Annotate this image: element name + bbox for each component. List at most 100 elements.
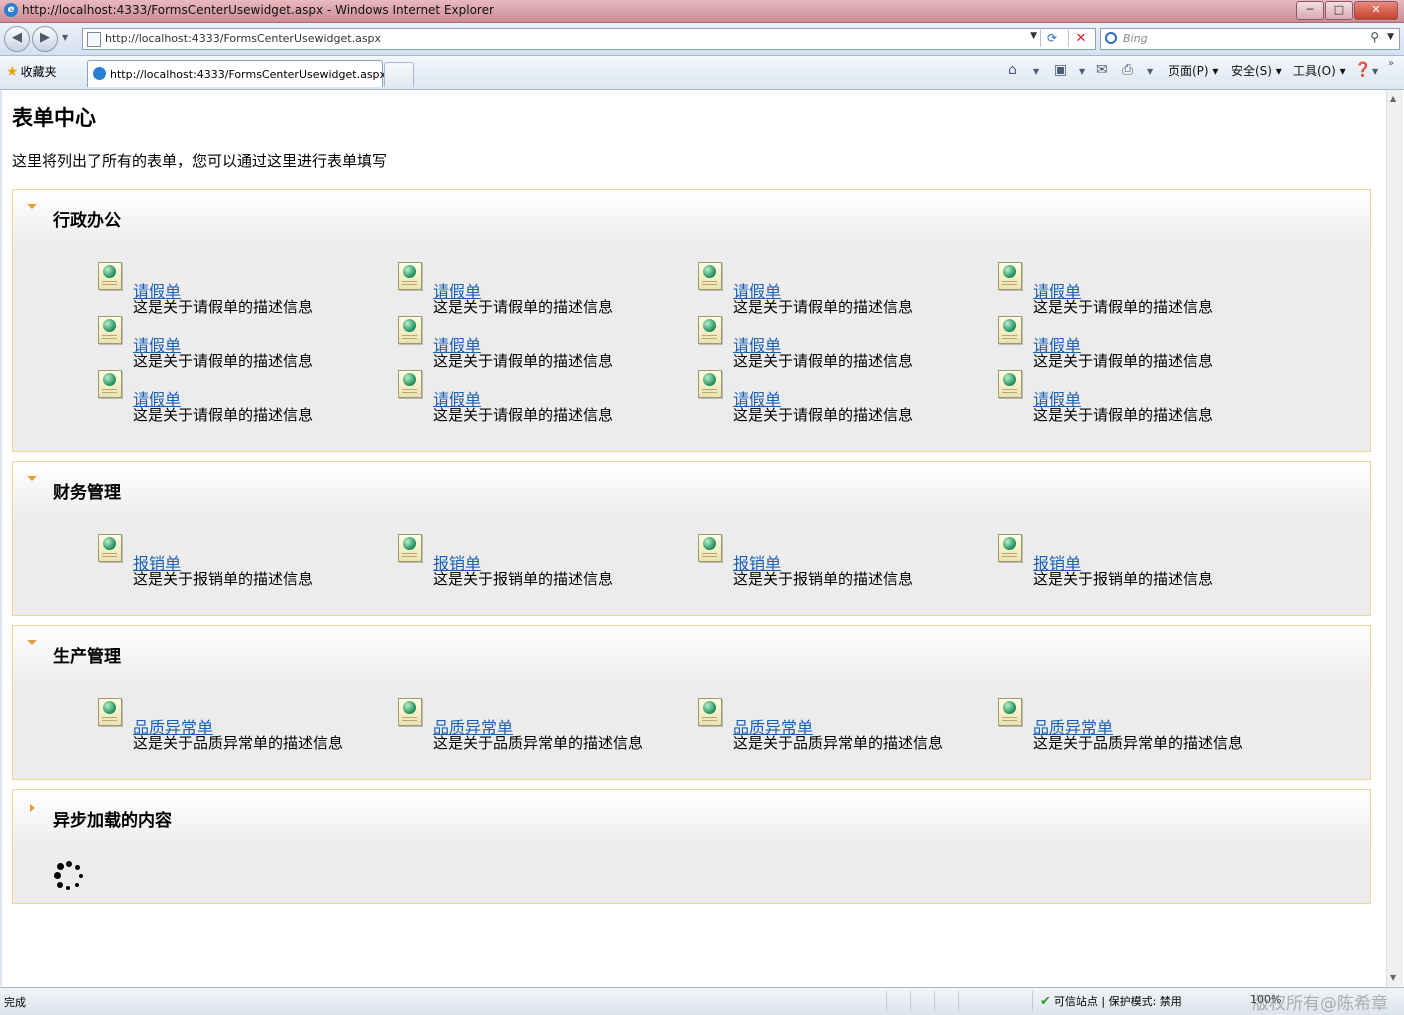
search-placeholder[interactable]: Bing bbox=[1123, 32, 1148, 45]
collapse-arrow-icon[interactable] bbox=[27, 640, 37, 645]
form-description: 这是关于请假单的描述信息 bbox=[433, 298, 614, 316]
forward-button[interactable]: ▶ bbox=[32, 26, 58, 52]
scroll-up-icon[interactable]: ▲ bbox=[1390, 94, 1396, 103]
chevron-more-icon[interactable]: » bbox=[1388, 58, 1394, 69]
section-title[interactable]: 异步加载的内容 bbox=[53, 806, 172, 831]
window-title-bar: e http://localhost:4333/FormsCenterUsewi… bbox=[0, 0, 1404, 23]
section-title[interactable]: 生产管理 bbox=[53, 642, 121, 667]
search-box[interactable]: Bing ⚲ ▼ bbox=[1100, 28, 1400, 50]
form-item: 报销单 这是关于报销单的描述信息 bbox=[698, 534, 988, 588]
tools-menu[interactable]: 工具(O) ▾ bbox=[1293, 62, 1346, 79]
status-text: 完成 bbox=[4, 996, 26, 1009]
form-document-icon[interactable] bbox=[398, 262, 422, 290]
search-icon[interactable]: ⚲ bbox=[1370, 30, 1379, 44]
form-item: 请假单 这是关于请假单的描述信息 bbox=[98, 262, 388, 316]
form-document-icon[interactable] bbox=[398, 316, 422, 344]
feeds-icon[interactable]: ▣ bbox=[1054, 62, 1067, 78]
safety-menu[interactable]: 安全(S) ▾ bbox=[1231, 62, 1282, 79]
form-description: 这是关于报销单的描述信息 bbox=[1033, 570, 1214, 588]
status-divider bbox=[934, 991, 935, 1011]
favorites-button[interactable]: ★ 收藏夹 bbox=[6, 63, 57, 80]
form-document-icon[interactable] bbox=[98, 370, 122, 398]
form-document-icon[interactable] bbox=[998, 262, 1022, 290]
address-bar[interactable]: http://localhost:4333/FormsCenterUsewidg… bbox=[82, 28, 1096, 50]
search-dropdown-icon[interactable]: ▼ bbox=[1387, 32, 1394, 42]
form-item: 请假单 这是关于请假单的描述信息 bbox=[398, 262, 688, 316]
form-description: 这是关于请假单的描述信息 bbox=[133, 352, 314, 370]
form-description: 这是关于请假单的描述信息 bbox=[133, 406, 314, 424]
back-button[interactable]: ◀ bbox=[4, 26, 30, 52]
form-document-icon[interactable] bbox=[998, 370, 1022, 398]
form-item: 请假单 这是关于请假单的描述信息 bbox=[398, 316, 688, 370]
home-icon[interactable]: ⌂ bbox=[1008, 62, 1017, 78]
form-description: 这是关于请假单的描述信息 bbox=[433, 406, 614, 424]
favorites-label: 收藏夹 bbox=[20, 65, 57, 79]
form-description: 这是关于请假单的描述信息 bbox=[1033, 298, 1214, 316]
address-url[interactable]: http://localhost:4333/FormsCenterUsewidg… bbox=[105, 32, 381, 45]
section-panel: 生产管理 品质异常单 这是关于品质异常单的描述信息 品质异常单 这是关于品质异常单的描… bbox=[12, 625, 1371, 780]
bing-logo-icon bbox=[1105, 32, 1117, 44]
form-document-icon[interactable] bbox=[698, 698, 722, 726]
window-title: http://localhost:4333/FormsCenterUsewidg… bbox=[22, 3, 494, 17]
form-item: 品质异常单 这是关于品质异常单的描述信息 bbox=[98, 698, 388, 752]
status-divider bbox=[958, 991, 959, 1011]
form-document-icon[interactable] bbox=[98, 534, 122, 562]
minimize-button[interactable]: ─ bbox=[1296, 1, 1324, 20]
address-dropdown-icon[interactable]: ▼ bbox=[1030, 31, 1037, 41]
help-dropdown-icon[interactable]: ▼ bbox=[1372, 67, 1378, 76]
form-description: 这是关于请假单的描述信息 bbox=[733, 298, 914, 316]
form-description: 这是关于品质异常单的描述信息 bbox=[1033, 734, 1244, 752]
form-document-icon[interactable] bbox=[398, 370, 422, 398]
help-icon[interactable]: ❓ bbox=[1354, 62, 1371, 78]
section-title[interactable]: 行政办公 bbox=[53, 206, 121, 231]
vertical-scrollbar[interactable]: ▲ ▼ bbox=[1386, 90, 1403, 986]
feeds-dropdown-icon[interactable]: ▼ bbox=[1079, 67, 1085, 76]
form-document-icon[interactable] bbox=[998, 316, 1022, 344]
star-icon: ★ bbox=[6, 64, 19, 80]
scroll-down-icon[interactable]: ▼ bbox=[1390, 973, 1396, 982]
form-document-icon[interactable] bbox=[98, 698, 122, 726]
form-document-icon[interactable] bbox=[398, 534, 422, 562]
status-divider bbox=[1032, 991, 1033, 1011]
expand-arrow-icon[interactable] bbox=[30, 804, 35, 812]
form-document-icon[interactable] bbox=[998, 698, 1022, 726]
form-description: 这是关于品质异常单的描述信息 bbox=[733, 734, 944, 752]
form-description: 这是关于报销单的描述信息 bbox=[733, 570, 914, 588]
security-zone-text: 可信站点 | 保护模式: 禁用 bbox=[1053, 995, 1182, 1008]
collapse-arrow-icon[interactable] bbox=[27, 204, 37, 209]
new-tab-button[interactable] bbox=[384, 62, 414, 87]
history-dropdown-icon[interactable]: ▼ bbox=[62, 33, 68, 42]
stop-button[interactable]: ✕ bbox=[1068, 30, 1093, 47]
form-item: 报销单 这是关于报销单的描述信息 bbox=[98, 534, 388, 588]
form-document-icon[interactable] bbox=[998, 534, 1022, 562]
form-document-icon[interactable] bbox=[98, 262, 122, 290]
form-document-icon[interactable] bbox=[698, 262, 722, 290]
refresh-button[interactable]: ⟳ bbox=[1040, 30, 1063, 47]
browser-tab[interactable]: http://localhost:4333/FormsCenterUsewidg… bbox=[87, 60, 386, 87]
form-description: 这是关于报销单的描述信息 bbox=[133, 570, 314, 588]
security-zone[interactable]: ✔ 可信站点 | 保护模式: 禁用 bbox=[1040, 993, 1182, 1009]
form-document-icon[interactable] bbox=[98, 316, 122, 344]
page-title: 表单中心 bbox=[12, 105, 96, 130]
mail-icon[interactable]: ✉ bbox=[1096, 62, 1108, 78]
form-item: 请假单 这是关于请假单的描述信息 bbox=[698, 370, 988, 424]
collapse-arrow-icon[interactable] bbox=[27, 476, 37, 481]
maximize-button[interactable]: □ bbox=[1325, 1, 1353, 20]
print-dropdown-icon[interactable]: ▼ bbox=[1147, 67, 1153, 76]
page-menu[interactable]: 页面(P) ▾ bbox=[1168, 62, 1218, 79]
form-document-icon[interactable] bbox=[398, 698, 422, 726]
form-description: 这是关于请假单的描述信息 bbox=[133, 298, 314, 316]
section-title[interactable]: 财务管理 bbox=[53, 478, 121, 503]
form-document-icon[interactable] bbox=[698, 534, 722, 562]
form-document-icon[interactable] bbox=[698, 316, 722, 344]
form-item: 请假单 这是关于请假单的描述信息 bbox=[98, 316, 388, 370]
form-document-icon[interactable] bbox=[698, 370, 722, 398]
page-intro: 这里将列出了所有的表单，您可以通过这里进行表单填写 bbox=[12, 152, 388, 170]
print-icon[interactable]: ⎙ bbox=[1122, 62, 1133, 78]
home-dropdown-icon[interactable]: ▼ bbox=[1033, 67, 1039, 76]
close-button[interactable]: ✕ bbox=[1354, 1, 1398, 20]
form-description: 这是关于请假单的描述信息 bbox=[733, 406, 914, 424]
status-bar: 完成 ✔ 可信站点 | 保护模式: 禁用 100% bbox=[0, 987, 1404, 1015]
form-description: 这是关于请假单的描述信息 bbox=[733, 352, 914, 370]
form-description: 这是关于请假单的描述信息 bbox=[1033, 352, 1214, 370]
